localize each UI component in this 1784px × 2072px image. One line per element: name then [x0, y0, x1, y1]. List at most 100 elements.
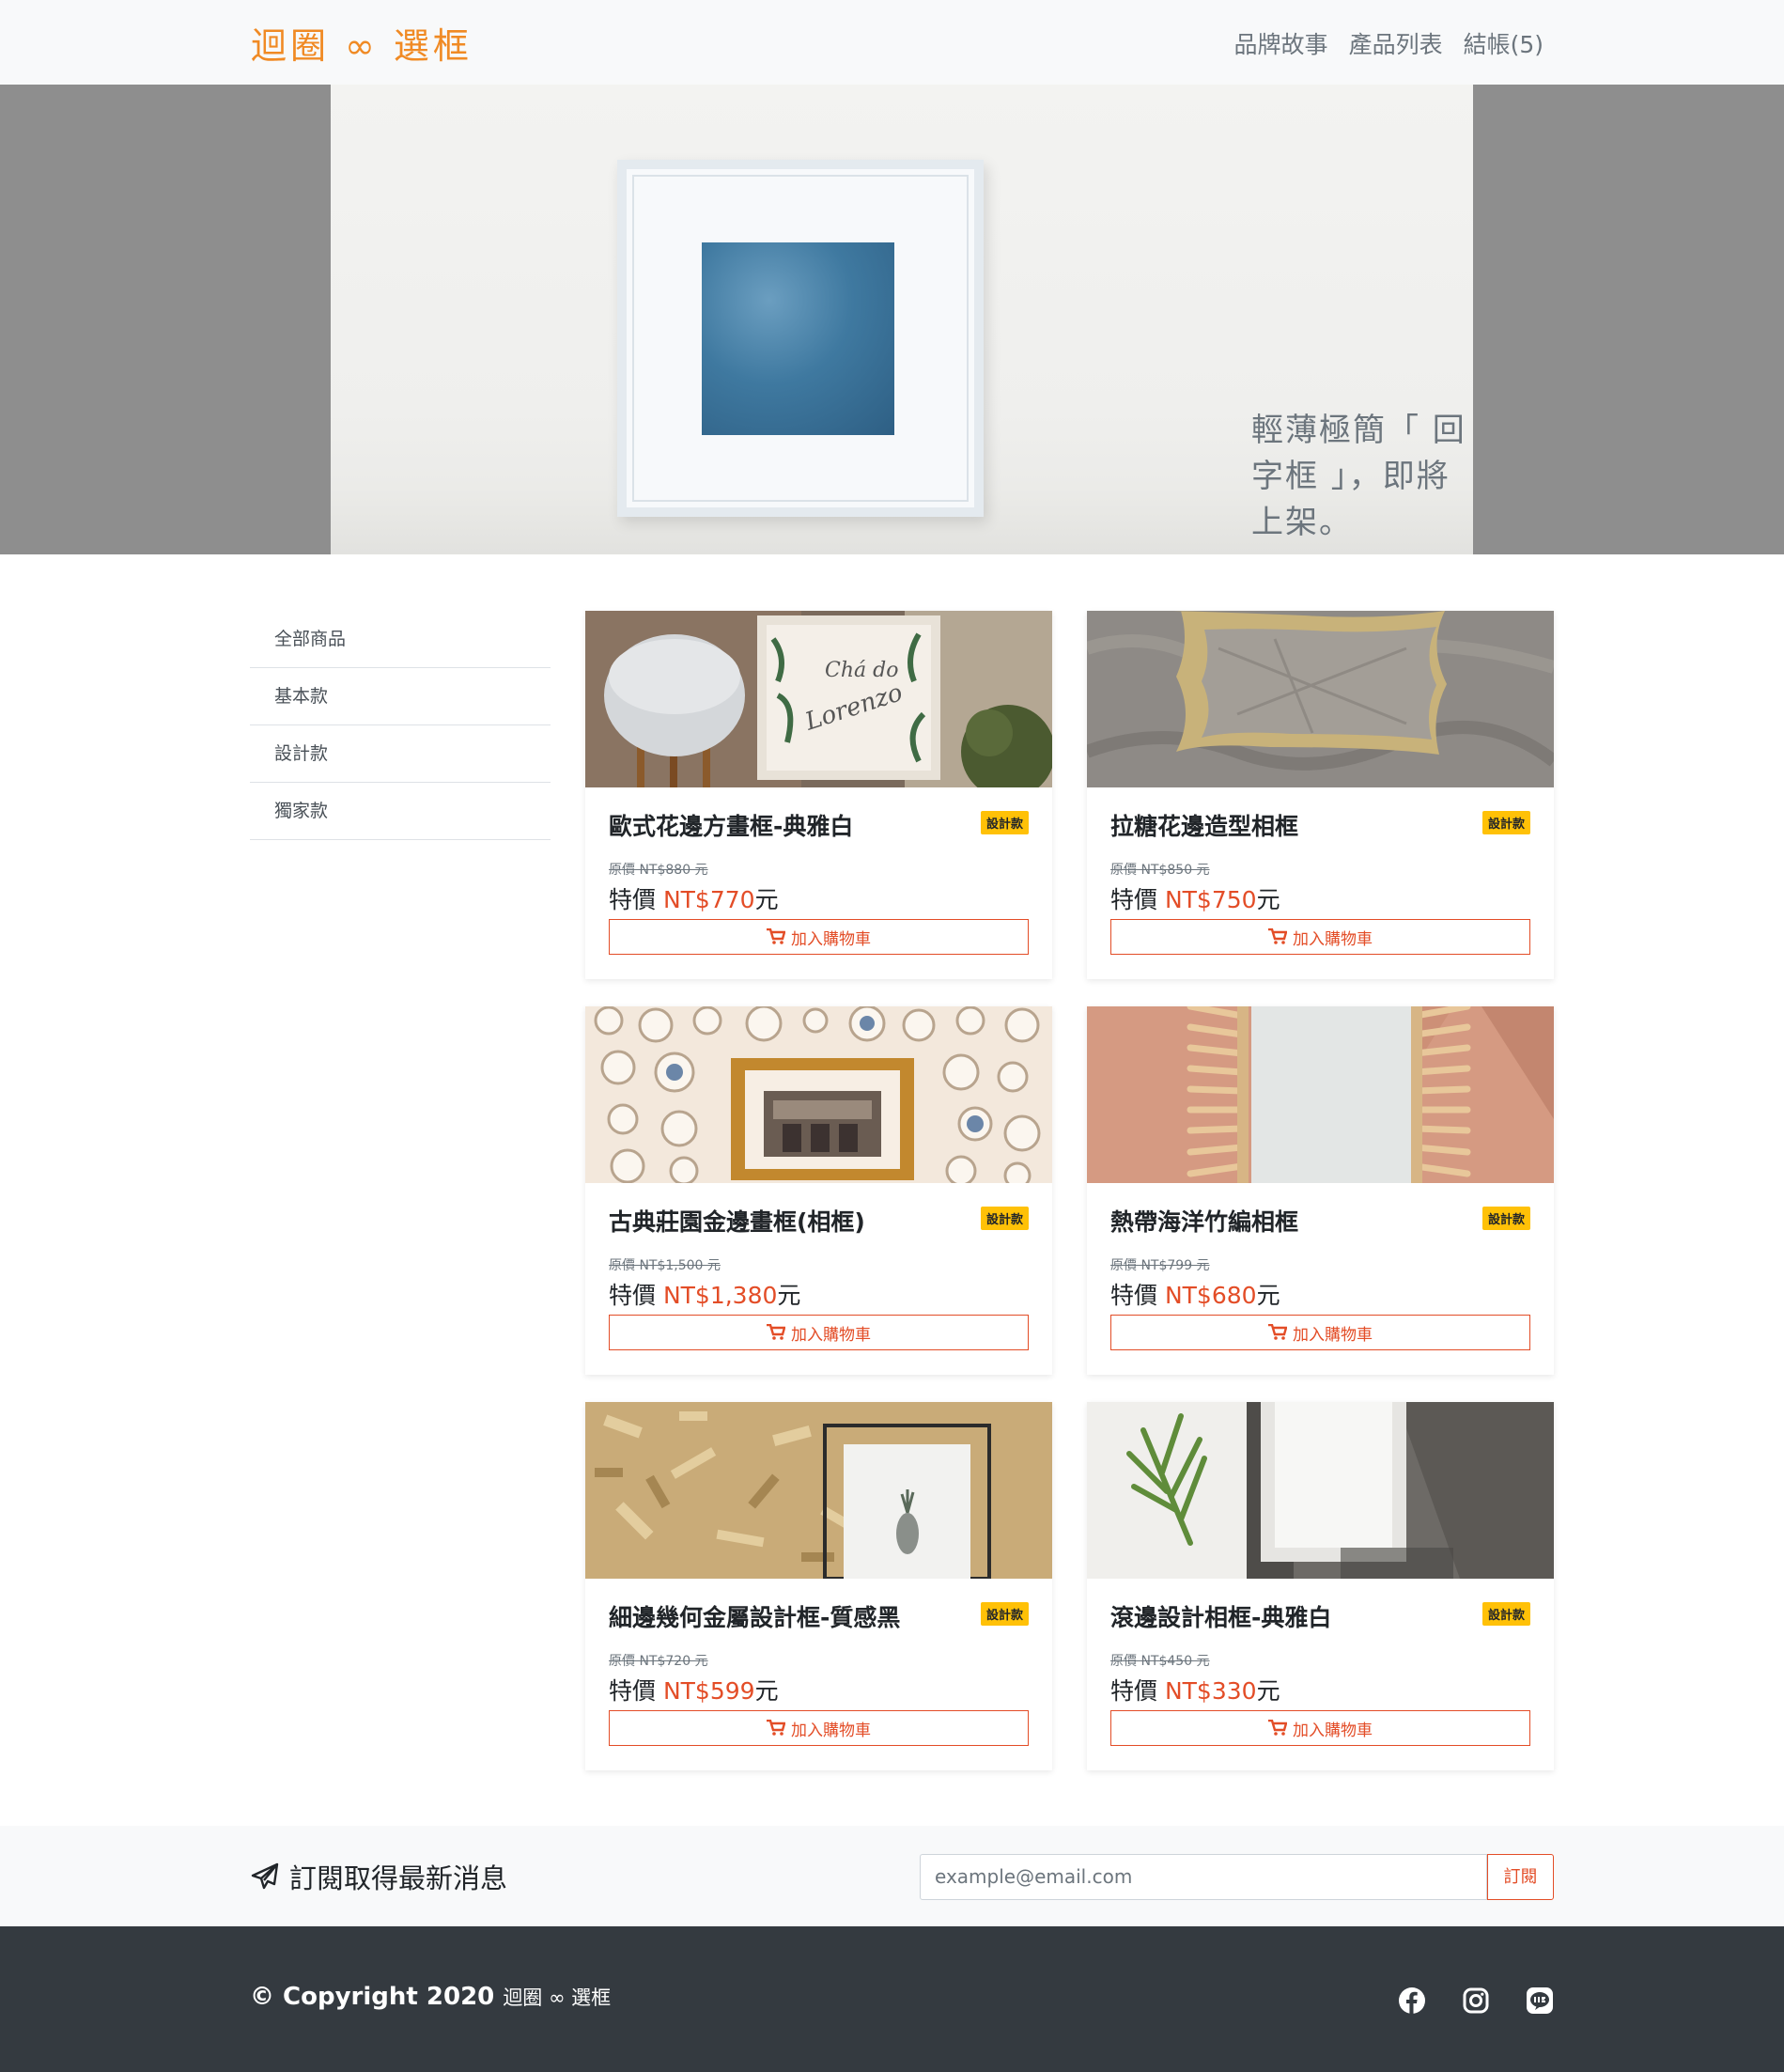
sale-price: 特價 NT$770元	[609, 881, 779, 915]
product-title[interactable]: 歐式花邊方畫框-典雅白	[609, 808, 853, 842]
social-links	[1398, 1986, 1554, 2015]
copyright-brand: 迴圈 ∞ 選框	[503, 1986, 612, 2009]
nav-links: 品牌故事 產品列表 結帳(5)	[1234, 26, 1544, 60]
product-title[interactable]: 滾邊設計相框-典雅白	[1110, 1599, 1331, 1633]
facebook-icon[interactable]	[1398, 1986, 1426, 2015]
sale-price-unit: 元	[1256, 886, 1280, 913]
sale-price: 特價 NT$750元	[1110, 881, 1280, 915]
cart-icon	[767, 928, 785, 944]
copyright-text: © Copyright 2020 迴圈 ∞ 選框	[250, 1983, 611, 2011]
product-card: 古典莊園金邊畫框(相框) 設計款 原價 NT$1,500 元 特價 NT$1,3…	[585, 1006, 1052, 1375]
add-to-cart-button[interactable]: 加入購物車	[1110, 1315, 1530, 1350]
sale-price-amount: NT$330	[1164, 1677, 1257, 1705]
navbar: 迴圈 ∞ 選框 品牌故事 產品列表 結帳(5)	[0, 0, 1784, 85]
category-sidebar: 全部商品 基本款 設計款 獨家款	[250, 611, 551, 840]
category-badge: 設計款	[1481, 1602, 1530, 1626]
product-image-text: Chá do	[825, 659, 898, 682]
nav-link-brand-story[interactable]: 品牌故事	[1234, 26, 1328, 60]
line-icon[interactable]	[1526, 1986, 1554, 2015]
cart-icon	[1268, 1720, 1287, 1736]
sale-price: 特價 NT$1,380元	[609, 1277, 800, 1311]
paper-plane-icon	[251, 1862, 279, 1890]
product-card: 熱帶海洋竹編相框 設計款 原價 NT$799 元 特價 NT$680元 加入購物…	[1087, 1006, 1554, 1375]
sale-price: 特價 NT$680元	[1110, 1277, 1280, 1311]
add-to-cart-label: 加入購物車	[1293, 1325, 1373, 1345]
add-to-cart-label: 加入購物車	[1293, 1721, 1373, 1740]
sale-price-unit: 元	[754, 1677, 779, 1705]
add-to-cart-label: 加入購物車	[791, 1325, 871, 1345]
sale-price-amount: NT$599	[662, 1677, 755, 1705]
product-image[interactable]	[1087, 611, 1554, 787]
subscribe-title-text: 訂閱取得最新消息	[289, 1862, 508, 1894]
product-image[interactable]	[585, 1402, 1052, 1579]
sale-price-amount: NT$1,380	[662, 1282, 778, 1309]
add-to-cart-button[interactable]: 加入購物車	[609, 1710, 1029, 1746]
brand-logo[interactable]: 迴圈 ∞ 選框	[251, 17, 473, 69]
hero-caption: 輕薄極簡「 回字框 」，即將上架。	[1251, 412, 1466, 541]
sale-price-amount: NT$750	[1164, 886, 1257, 913]
copyright-label: © Copyright 2020	[250, 1983, 504, 2011]
original-price: 原價 NT$450 元	[1110, 1654, 1210, 1669]
sale-price: 特價 NT$599元	[609, 1673, 779, 1706]
product-card: 拉糖花邊造型相框 設計款 原價 NT$850 元 特價 NT$750元 加入購物…	[1087, 611, 1554, 979]
product-card: 細邊幾何金屬設計框-質感黑 設計款 原價 NT$720 元 特價 NT$599元…	[585, 1402, 1052, 1770]
email-input[interactable]: example@email.com	[920, 1854, 1487, 1900]
sale-price-unit: 元	[754, 886, 779, 913]
original-price: 原價 NT$720 元	[609, 1654, 708, 1669]
add-to-cart-label: 加入購物車	[791, 1721, 871, 1740]
sale-price-label: 特價	[1110, 886, 1165, 913]
sale-price-label: 特價	[1110, 1282, 1165, 1309]
footer: © Copyright 2020 迴圈 ∞ 選框	[0, 1926, 1784, 2072]
sale-price-label: 特價	[609, 886, 663, 913]
original-price: 原價 NT$850 元	[1110, 863, 1210, 878]
sale-price-unit: 元	[1256, 1677, 1280, 1705]
hero-image: 輕薄極簡「 回字框 」，即將上架。	[331, 85, 1473, 554]
nav-link-checkout[interactable]: 結帳(5)	[1464, 26, 1544, 60]
original-price: 原價 NT$1,500 元	[609, 1258, 721, 1273]
product-title[interactable]: 古典莊園金邊畫框(相框)	[609, 1204, 865, 1238]
subscribe-title: 訂閱取得最新消息	[250, 1857, 507, 1896]
add-to-cart-button[interactable]: 加入購物車	[609, 919, 1029, 955]
sale-price-amount: NT$680	[1164, 1282, 1257, 1309]
product-title[interactable]: 熱帶海洋竹編相框	[1110, 1204, 1298, 1238]
nav-link-product-list[interactable]: 產品列表	[1349, 26, 1443, 60]
product-image[interactable]	[1087, 1006, 1554, 1183]
original-price: 原價 NT$799 元	[1110, 1258, 1210, 1273]
cart-icon	[1268, 928, 1287, 944]
sale-price-label: 特價	[1110, 1677, 1165, 1705]
cart-icon	[1268, 1324, 1287, 1340]
subscribe-button[interactable]: 訂閱	[1487, 1854, 1554, 1900]
instagram-icon[interactable]	[1462, 1986, 1490, 2015]
product-image[interactable]: Chá do Lorenzo	[585, 611, 1052, 787]
category-badge: 設計款	[980, 811, 1029, 834]
hero-frame-image	[617, 160, 984, 517]
sale-price-label: 特價	[609, 1677, 663, 1705]
product-image[interactable]	[585, 1006, 1052, 1183]
product-image[interactable]	[1087, 1402, 1554, 1579]
category-badge: 設計款	[980, 1602, 1029, 1626]
add-to-cart-button[interactable]: 加入購物車	[609, 1315, 1029, 1350]
sale-price-unit: 元	[1256, 1282, 1280, 1309]
product-card: Chá do Lorenzo 歐式花邊方畫框-典雅白 設計款 原價 NT$880…	[585, 611, 1052, 979]
sidebar-item-basic[interactable]: 基本款	[250, 668, 551, 725]
product-card: 滾邊設計相框-典雅白 設計款 原價 NT$450 元 特價 NT$330元 加入…	[1087, 1402, 1554, 1770]
add-to-cart-label: 加入購物車	[1293, 929, 1373, 949]
subscribe-section: 訂閱取得最新消息 example@email.com 訂閱	[0, 1826, 1784, 1926]
cart-icon	[767, 1720, 785, 1736]
add-to-cart-button[interactable]: 加入購物車	[1110, 1710, 1530, 1746]
product-title[interactable]: 細邊幾何金屬設計框-質感黑	[609, 1599, 900, 1633]
sidebar-item-all[interactable]: 全部商品	[250, 611, 551, 668]
add-to-cart-button[interactable]: 加入購物車	[1110, 919, 1530, 955]
sale-price-label: 特價	[609, 1282, 663, 1309]
original-price: 原價 NT$880 元	[609, 863, 708, 878]
sale-price-unit: 元	[777, 1282, 801, 1309]
sidebar-item-exclusive[interactable]: 獨家款	[250, 783, 551, 840]
sale-price: 特價 NT$330元	[1110, 1673, 1280, 1706]
category-badge: 設計款	[1481, 811, 1530, 834]
add-to-cart-label: 加入購物車	[791, 929, 871, 949]
product-title[interactable]: 拉糖花邊造型相框	[1110, 808, 1298, 842]
sidebar-item-design[interactable]: 設計款	[250, 725, 551, 783]
hero-banner: 輕薄極簡「 回字框 」，即將上架。	[0, 85, 1784, 554]
hero-frame-artwork	[702, 242, 894, 435]
category-badge: 設計款	[980, 1207, 1029, 1230]
